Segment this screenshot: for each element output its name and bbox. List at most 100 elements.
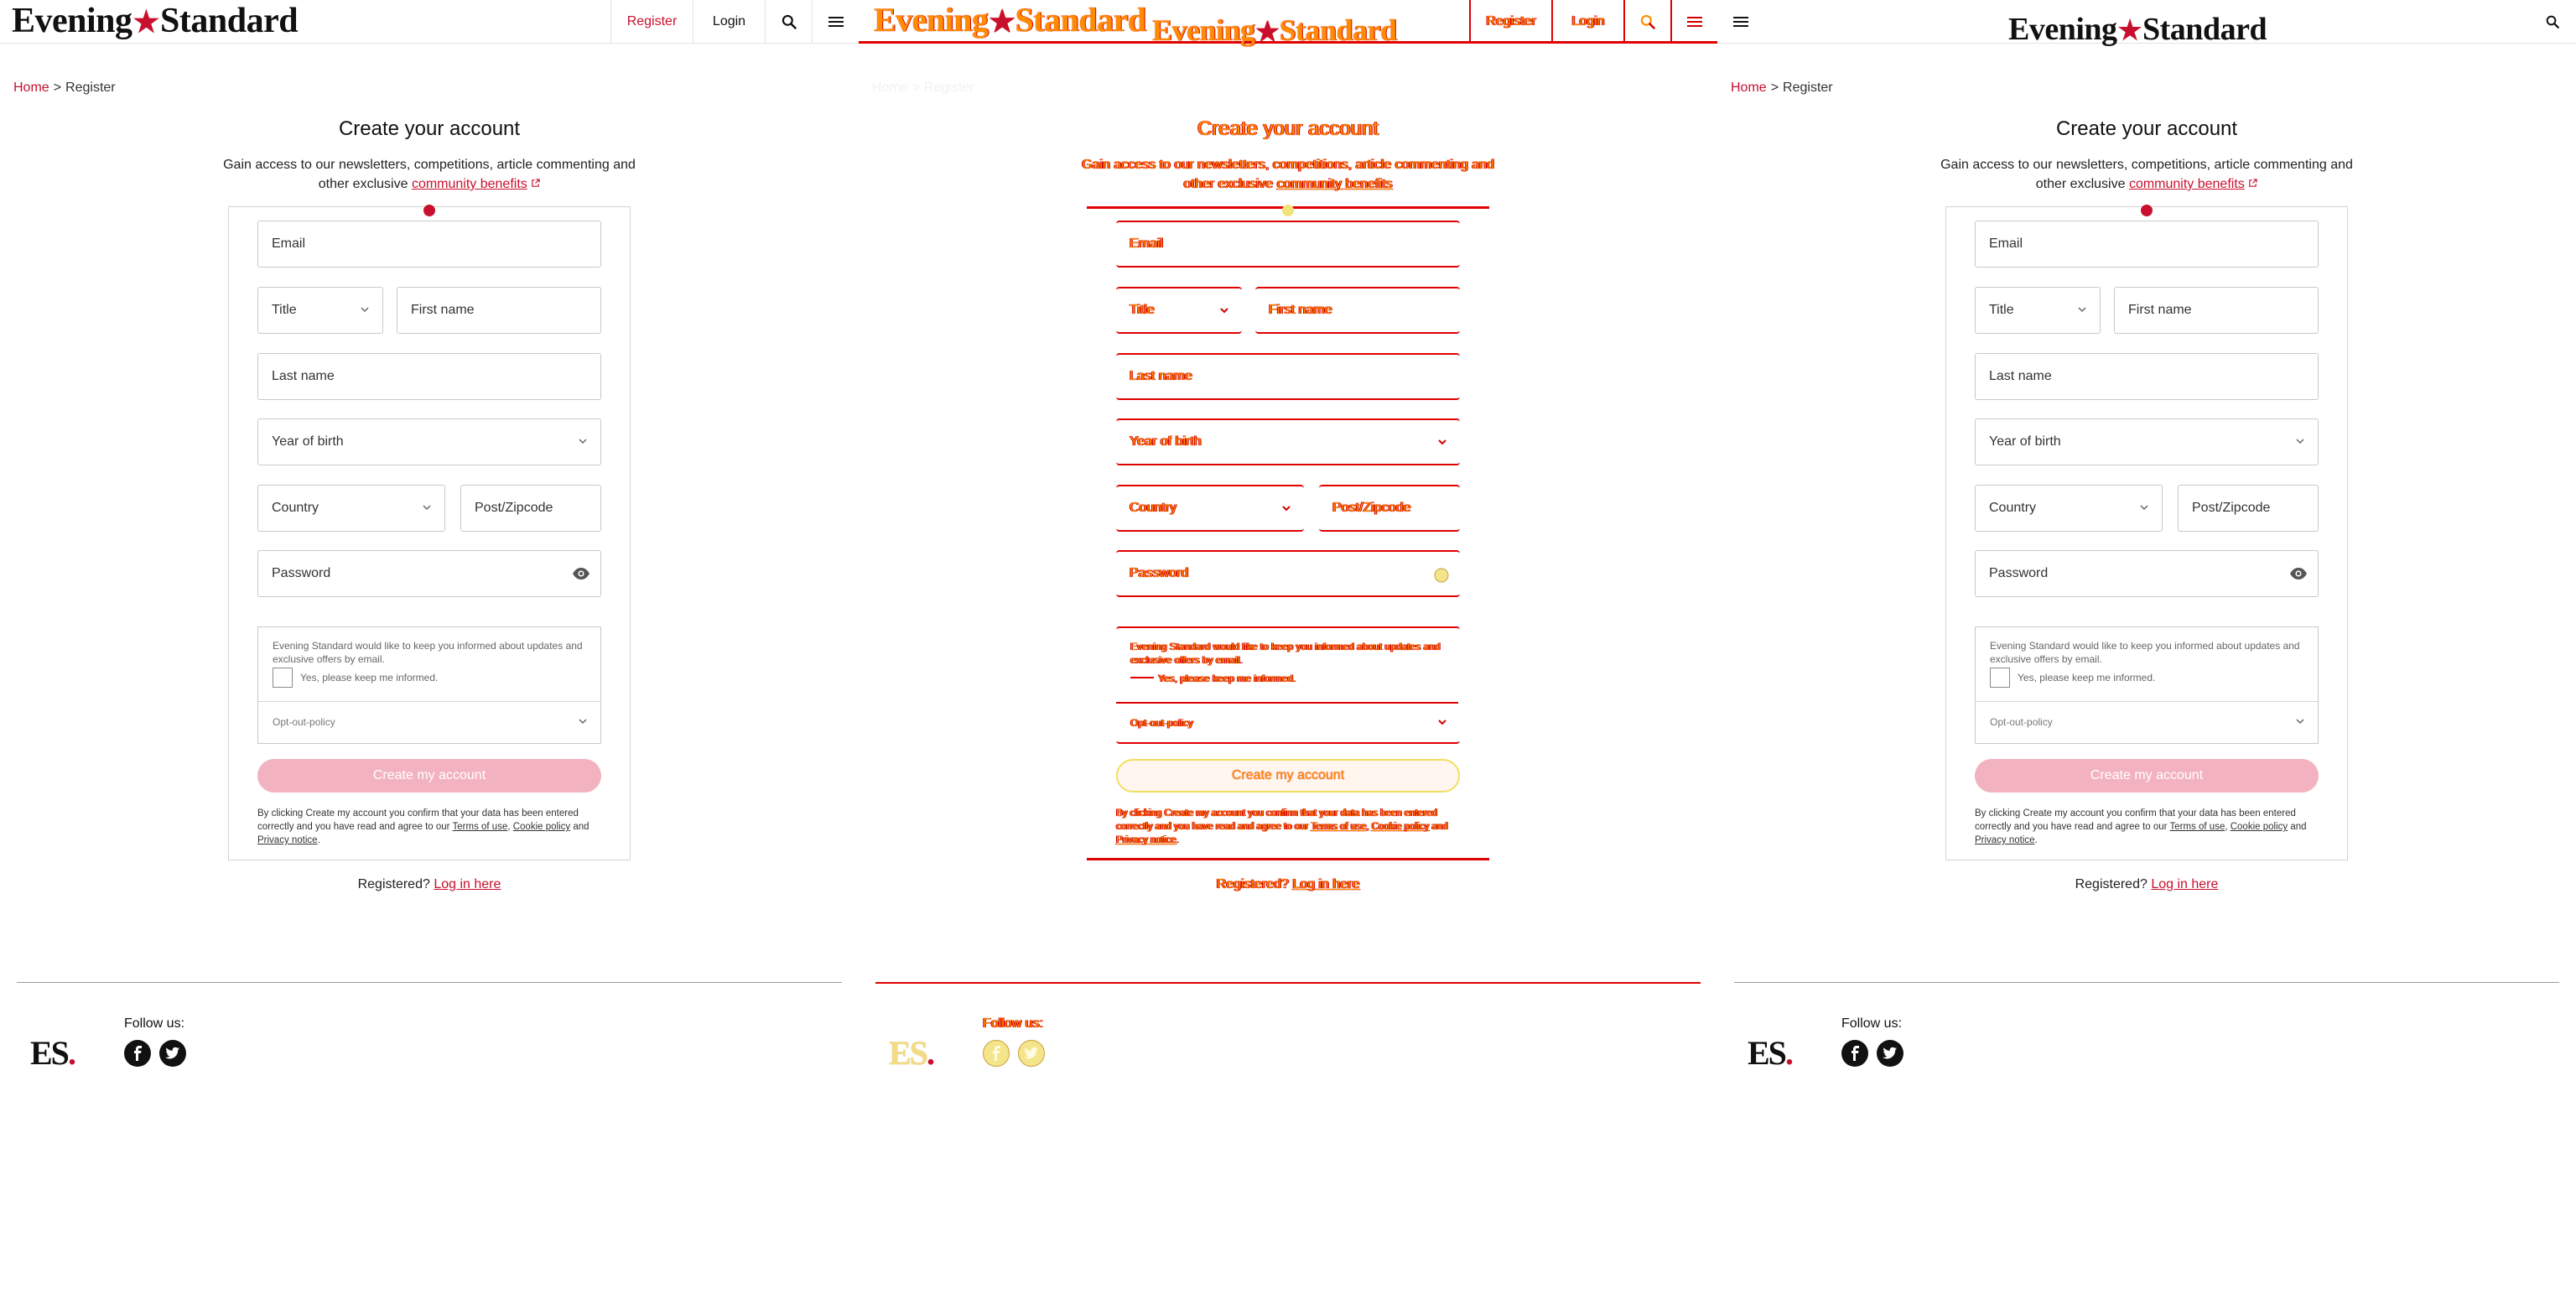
last-name-field[interactable]: Last name — [1975, 353, 2319, 400]
title-select[interactable]: Title — [1975, 287, 2101, 334]
breadcrumb-home-link[interactable]: Home — [872, 81, 908, 95]
es-logo[interactable]: ES. — [889, 1033, 935, 1073]
es-logo[interactable]: ES. — [1748, 1033, 1794, 1073]
password-field[interactable]: Password — [1116, 550, 1460, 597]
intro-text: Gain access to our newsletters, competit… — [1077, 155, 1499, 194]
breadcrumb: Home > Register — [872, 81, 974, 96]
site-logo[interactable]: Evening★Standard — [12, 2, 299, 40]
menu-button[interactable] — [812, 0, 859, 44]
country-select[interactable]: Country — [257, 485, 445, 532]
breadcrumb-separator: > — [53, 81, 62, 95]
first-name-field[interactable]: First name — [397, 287, 601, 334]
eye-icon[interactable] — [2289, 566, 2308, 581]
first-name-placeholder: First name — [411, 303, 475, 317]
breadcrumb-home-link[interactable]: Home — [1731, 81, 1767, 95]
community-benefits-link[interactable]: community benefits — [1277, 177, 1393, 191]
twitter-link[interactable] — [1877, 1040, 1903, 1067]
community-benefits-link[interactable]: community benefits — [412, 177, 527, 191]
email-field[interactable]: Email — [1116, 221, 1460, 268]
title-select[interactable]: Title — [257, 287, 383, 334]
consent-checkbox-label: Yes, please keep me informed. — [1158, 673, 1296, 684]
follow-us-label: Follow us: — [124, 1016, 185, 1031]
search-button[interactable] — [1623, 0, 1670, 44]
register-nav-link[interactable]: Register — [610, 0, 693, 44]
country-select[interactable]: Country — [1975, 485, 2163, 532]
opt-out-policy-toggle[interactable]: Opt-out-policy — [273, 716, 335, 728]
year-of-birth-placeholder: Year of birth — [1989, 434, 2061, 449]
breadcrumb-separator: > — [911, 81, 921, 95]
create-account-button[interactable]: Create my account — [1116, 759, 1460, 793]
title-select[interactable]: Title — [1116, 287, 1242, 334]
create-account-button[interactable]: Create my account — [1975, 759, 2319, 793]
facebook-link[interactable] — [1841, 1040, 1868, 1067]
site-logo[interactable]: Evening★Standard — [2008, 13, 2267, 45]
last-name-field[interactable]: Last name — [257, 353, 601, 400]
year-of-birth-select[interactable]: Year of birth — [1975, 418, 2319, 465]
password-field[interactable]: Password — [1975, 550, 2319, 597]
email-field[interactable]: Email — [257, 221, 601, 268]
register-nav-link[interactable]: Register — [1469, 0, 1551, 44]
consent-checkbox[interactable] — [1130, 677, 1154, 678]
last-name-field[interactable]: Last name — [1116, 353, 1460, 400]
privacy-notice-link[interactable]: Privacy notice — [1116, 835, 1176, 845]
year-of-birth-select[interactable]: Year of birth — [257, 418, 601, 465]
eye-icon[interactable] — [572, 566, 590, 581]
search-icon — [782, 14, 797, 29]
twitter-link[interactable] — [1018, 1040, 1045, 1067]
breadcrumb: Home > Register — [1731, 81, 1833, 96]
year-of-birth-select[interactable]: Year of birth — [1116, 418, 1460, 465]
twitter-link[interactable] — [159, 1040, 186, 1067]
site-logo-overlay[interactable]: Evening★Standard — [1152, 15, 1397, 45]
logo-star-icon: ★ — [1255, 18, 1279, 46]
site-logo[interactable]: Evening★Standard — [874, 3, 1146, 37]
cookie-policy-link[interactable]: Cookie policy — [1372, 822, 1429, 832]
log-in-link[interactable]: Log in here — [2151, 877, 2218, 891]
terms-of-use-link[interactable]: Terms of use — [2170, 822, 2225, 832]
postcode-field[interactable]: Post/Zipcode — [2178, 485, 2319, 532]
opt-out-policy-toggle[interactable]: Opt-out-policy — [1990, 716, 2053, 728]
consent-checkbox[interactable] — [273, 668, 293, 688]
registered-text: Registered? — [357, 877, 430, 891]
facebook-link[interactable] — [983, 1040, 1010, 1067]
logo-word-standard: Standard — [160, 2, 299, 40]
cookie-policy-link[interactable]: Cookie policy — [513, 822, 570, 832]
create-account-button[interactable]: Create my account — [257, 759, 601, 793]
log-in-link[interactable]: Log in here — [1292, 877, 1359, 891]
facebook-link[interactable] — [124, 1040, 151, 1067]
search-icon — [2546, 15, 2559, 29]
menu-button[interactable] — [1717, 0, 1764, 44]
privacy-notice-link[interactable]: Privacy notice — [1975, 835, 2035, 845]
es-logo-dot: . — [1784, 1034, 1794, 1072]
postcode-field[interactable]: Post/Zipcode — [1319, 485, 1460, 532]
consent-checkbox[interactable] — [1990, 668, 2010, 688]
privacy-notice-link[interactable]: Privacy notice — [257, 835, 318, 845]
breadcrumb-current: Register — [924, 81, 974, 95]
postcode-field[interactable]: Post/Zipcode — [460, 485, 601, 532]
log-in-link[interactable]: Log in here — [434, 877, 501, 891]
page-view-overlay: Evening★Standard Evening★Standard Regist… — [859, 0, 1717, 1294]
email-field[interactable]: Email — [1975, 221, 2319, 268]
first-name-field[interactable]: First name — [2114, 287, 2319, 334]
community-benefits-link[interactable]: community benefits — [2129, 177, 2245, 191]
breadcrumb-home-link[interactable]: Home — [13, 81, 49, 95]
login-nav-link[interactable]: Login — [693, 0, 765, 44]
country-select[interactable]: Country — [1116, 485, 1304, 532]
first-name-field[interactable]: First name — [1255, 287, 1460, 334]
hamburger-icon — [828, 17, 844, 27]
terms-of-use-link[interactable]: Terms of use — [453, 822, 508, 832]
terms-of-use-link[interactable]: Terms of use — [1311, 822, 1367, 832]
password-field[interactable]: Password — [257, 550, 601, 597]
postcode-placeholder: Post/Zipcode — [1332, 501, 1411, 515]
chevron-down-icon — [423, 505, 431, 511]
eye-icon[interactable] — [1433, 567, 1450, 584]
step-indicator — [2141, 205, 2153, 216]
opt-out-policy-toggle[interactable]: Opt-out-policy — [1130, 717, 1193, 729]
search-button[interactable] — [765, 0, 812, 44]
login-nav-link[interactable]: Login — [1551, 0, 1623, 44]
chevron-down-icon — [1438, 720, 1446, 725]
es-logo[interactable]: ES. — [30, 1033, 76, 1073]
page-view-centered-logo: Evening★Standard Home > Register Create yo… — [1717, 0, 2576, 1294]
search-button[interactable] — [2529, 0, 2576, 44]
cookie-policy-link[interactable]: Cookie policy — [2231, 822, 2288, 832]
menu-button[interactable] — [1670, 0, 1717, 44]
